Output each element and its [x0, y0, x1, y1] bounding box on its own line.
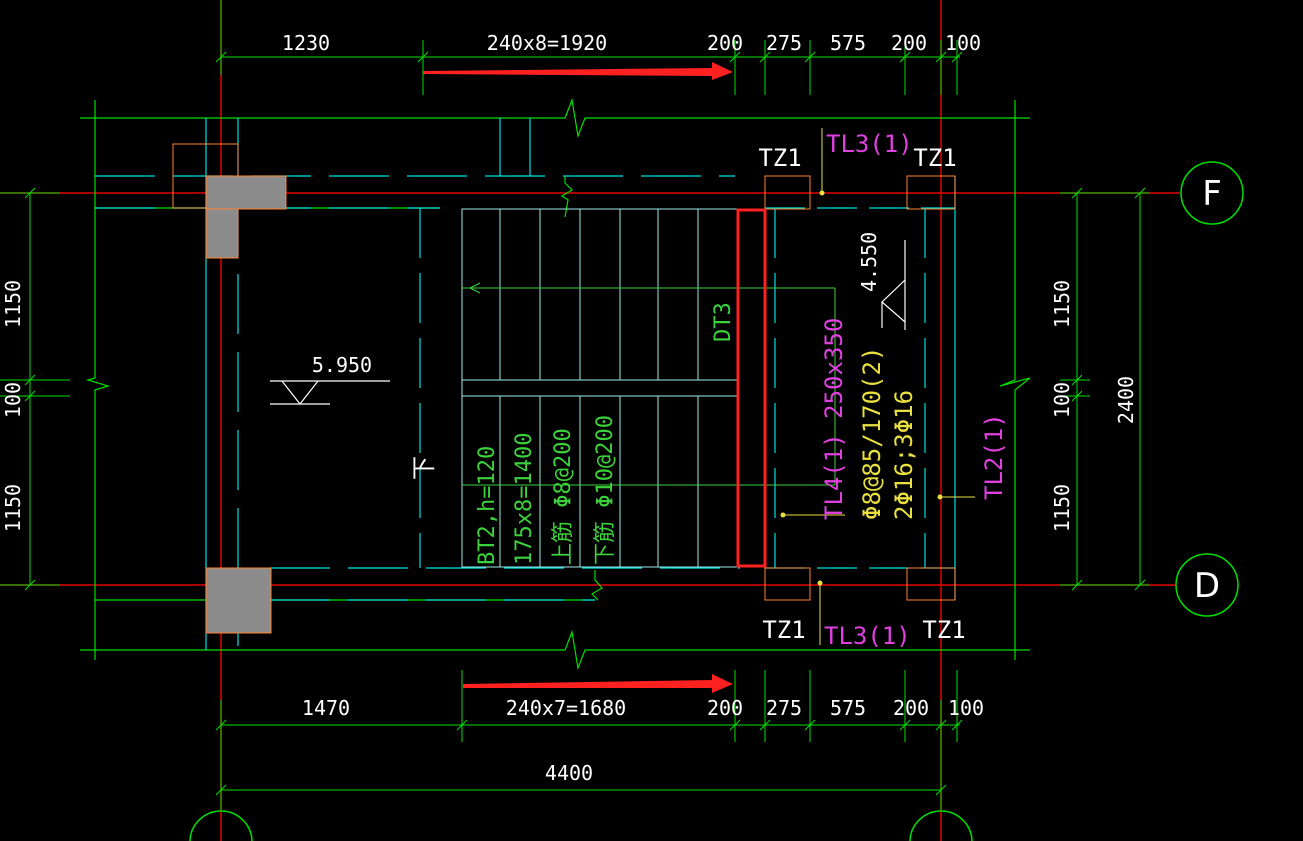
left-dim-1: 1150: [1, 280, 25, 328]
right-dim-1: 1150: [1050, 280, 1074, 328]
stair-plan-drawing: F D 1230 240x8=1920 200 275 575 200 100 …: [0, 0, 1244, 841]
label-bt2-bottom-rebar: 下筋 Φ10@200: [593, 415, 618, 565]
column-top-left: [205, 175, 287, 210]
axis-label-d: D: [1194, 566, 1220, 606]
label-bt2: BT2,h=120: [475, 446, 500, 565]
top-dim-4: 275: [766, 31, 802, 55]
right-dim-total: 2400: [1114, 376, 1138, 424]
label-tz1-bottom-left: TZ1: [762, 616, 805, 644]
bottom-dim-5: 575: [830, 696, 866, 720]
left-dim-2: 100: [1, 382, 25, 418]
right-dim-3: 1150: [1050, 484, 1074, 532]
label-down: 下: [410, 456, 438, 480]
label-tz1-bottom-right: TZ1: [922, 616, 965, 644]
label-tl2: TL2(1): [980, 413, 1008, 500]
red-arrows: [423, 62, 733, 693]
top-dim-7: 100: [945, 31, 981, 55]
top-dim-1: 1230: [282, 31, 330, 55]
bottom-dimension-lines: [215, 670, 963, 810]
label-tl3-top: TL3(1): [826, 130, 913, 158]
column-tz1-bottom-left: [764, 567, 811, 601]
label-elevation-left: 5.950: [312, 353, 372, 377]
highlight-box: [736, 208, 767, 568]
top-dim-6: 200: [891, 31, 927, 55]
label-tz1-top-left: TZ1: [758, 144, 801, 172]
right-dim-2: 100: [1050, 382, 1074, 418]
label-tl3-bottom: TL3(1): [824, 622, 911, 650]
label-bt2-steps: 175x8=1400: [512, 433, 537, 565]
axis-label-f: F: [1202, 174, 1222, 214]
label-tl4: TL4(1) 250x350: [820, 318, 848, 520]
bottom-dim-6: 200: [893, 696, 929, 720]
bottom-dim-7: 100: [948, 696, 984, 720]
label-tl4-stirrup: Φ8@85/170(2): [858, 347, 886, 520]
bottom-dim-1: 1470: [302, 696, 350, 720]
top-arrow: [423, 62, 733, 80]
column-bottom-left: [205, 567, 272, 634]
column-tz1-bottom-right: [906, 567, 956, 601]
left-dim-3: 1150: [1, 484, 25, 532]
axis-bubbles: [189, 161, 1244, 841]
label-tl4-bars: 2Φ16;3Φ16: [890, 390, 918, 520]
label-elevation-right: 4.550: [857, 232, 881, 292]
label-dt3: DT3: [711, 302, 736, 342]
elevation-marker-right: [881, 240, 906, 330]
bottom-dim-4: 275: [766, 696, 802, 720]
bottom-dim-total: 4400: [545, 761, 593, 785]
top-dim-5: 575: [830, 31, 866, 55]
elevation-marker-left: [270, 380, 390, 405]
label-bt2-top-rebar: 上筋 Φ8@200: [551, 428, 576, 565]
bottom-dim-3: 200: [707, 696, 743, 720]
top-dim-3: 200: [707, 31, 743, 55]
label-tz1-top-right: TZ1: [913, 144, 956, 172]
bottom-dim-2: 240x7=1680: [506, 696, 626, 720]
bottom-arrow: [463, 674, 733, 693]
top-dim-2: 240x8=1920: [487, 31, 607, 55]
